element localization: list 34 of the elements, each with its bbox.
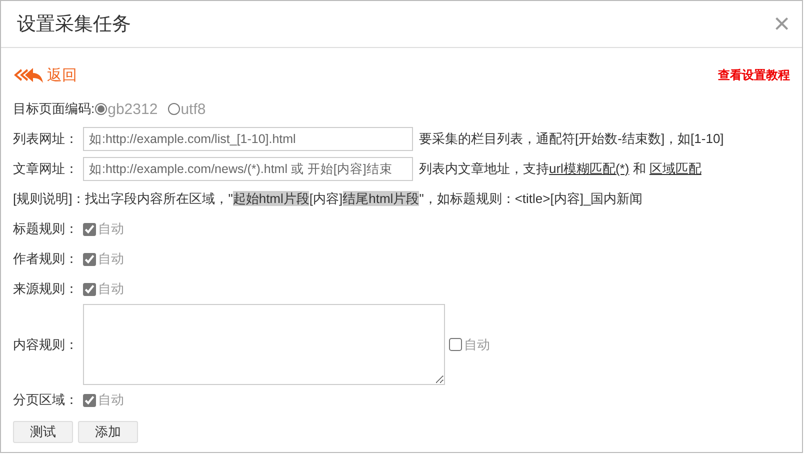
auto-label: 自动: [98, 250, 124, 268]
auto-checkbox[interactable]: [449, 338, 462, 351]
field-hint: 要采集的栏目列表，通配符[开始数-结束数]，如[1-10]: [419, 130, 724, 148]
encoding-radio[interactable]: [94, 103, 107, 115]
dialog-title: 设置采集任务: [17, 13, 131, 37]
field-hint: 列表内文章地址，支持url模糊匹配(*) 和 区域匹配: [419, 160, 702, 178]
help-link[interactable]: 区域匹配: [649, 161, 702, 176]
help-link[interactable]: url模糊匹配(*): [549, 161, 630, 176]
back-arrow-icon: [13, 67, 43, 83]
radio-label: utf8: [180, 100, 206, 118]
rule-label: 作者规则：: [13, 250, 79, 268]
encoding-radio[interactable]: [168, 103, 180, 115]
rule-label: 分页区域：: [13, 391, 79, 409]
article-url-field[interactable]: 如:http://example.com/news/(*).html 或 开始[内容]结束: [83, 157, 413, 181]
auto-checkbox[interactable]: [83, 222, 96, 236]
encoding-label: 目标页面编码:: [13, 100, 95, 118]
rule-label: 标题规则：: [13, 220, 79, 238]
auto-checkbox[interactable]: [83, 252, 96, 266]
field-label: 文章网址：: [13, 160, 79, 178]
action-button[interactable]: 测试: [13, 421, 73, 443]
rule-note: [规则说明]：找出字段内容所在区域，"起始html片段[内容]结尾html片段"，如标题规则：<title>[内容]_国内新闻: [13, 190, 643, 208]
action-button[interactable]: 添加: [78, 421, 138, 443]
tutorial-link[interactable]: 查看设置教程: [718, 66, 790, 84]
auto-label: 自动: [464, 336, 490, 354]
auto-checkbox[interactable]: [83, 282, 96, 296]
field-label: 列表网址：: [13, 130, 79, 148]
radio-label: gb2312: [108, 100, 158, 118]
rule-label: 来源规则：: [13, 280, 79, 298]
auto-label: 自动: [98, 220, 124, 238]
list-url-field[interactable]: 如:http://example.com/list_[1-10].html: [83, 127, 413, 151]
auto-label: 自动: [98, 391, 124, 409]
rule-label: 内容规则：: [13, 336, 79, 354]
auto-label: 自动: [98, 280, 124, 298]
auto-checkbox[interactable]: [83, 394, 96, 406]
